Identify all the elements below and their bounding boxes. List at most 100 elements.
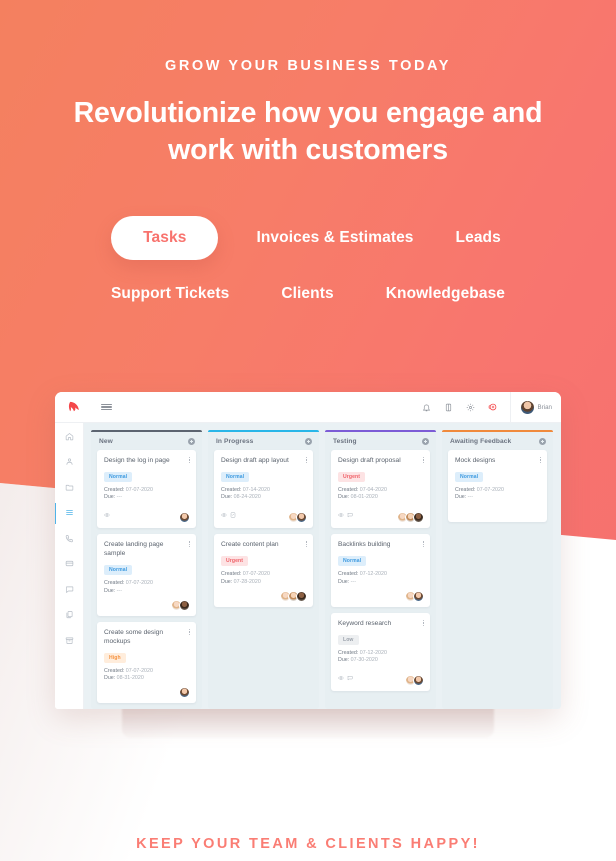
checklist-icon[interactable] xyxy=(230,505,236,523)
add-circle-icon[interactable] xyxy=(482,402,504,412)
archive-icon xyxy=(65,632,74,650)
card-title: Mock designs xyxy=(455,457,496,464)
card-icon xyxy=(65,555,74,573)
card-created: Created: 07-07-2020 xyxy=(104,667,153,674)
card-header: Mock designs xyxy=(455,456,541,465)
card-menu-icon[interactable] xyxy=(422,540,424,548)
user-menu[interactable]: Brian xyxy=(509,392,561,423)
task-card[interactable]: Backlinks building Normal Created: 07-12-2… xyxy=(331,534,430,607)
gear-icon[interactable] xyxy=(460,403,482,412)
card-menu-icon[interactable] xyxy=(305,540,307,548)
card-assignees xyxy=(397,512,424,524)
tab-clients[interactable]: Clients xyxy=(277,279,337,309)
card-menu-icon[interactable] xyxy=(422,456,424,464)
card-footer xyxy=(338,590,424,602)
sidebar-item-home[interactable] xyxy=(55,429,84,444)
add-card-icon[interactable] xyxy=(305,438,312,445)
task-card[interactable]: Design draft proposal Urgent Created: 07-0… xyxy=(331,450,430,529)
card-footer-icons xyxy=(338,668,353,686)
eye-icon[interactable] xyxy=(104,505,110,523)
tab-invoices-estimates[interactable]: Invoices & Estimates xyxy=(252,223,417,253)
card-menu-icon[interactable] xyxy=(188,456,190,464)
card-created: Created: 07-14-2020 xyxy=(221,487,270,493)
tab-knowledgebase[interactable]: Knowledgebase xyxy=(382,279,509,309)
card-title: Create content plan xyxy=(221,541,279,549)
priority-badge: Normal xyxy=(104,472,133,482)
card-footer xyxy=(104,505,190,524)
card-created: Created: 07-07-2020 xyxy=(104,487,153,493)
add-card-icon[interactable] xyxy=(422,438,429,445)
card-meta: Created: 07-07-2020 Due: --- xyxy=(104,580,190,594)
task-card[interactable]: Mock designs Normal Created: 07-07-2020 Due… xyxy=(448,450,547,523)
eye-icon[interactable] xyxy=(338,668,344,686)
bell-icon[interactable] xyxy=(416,403,438,412)
card-created: Created: 07-07-2020 xyxy=(104,580,153,587)
sidebar-item-list[interactable] xyxy=(55,502,84,524)
kanban-column: Awaiting Feedback Mock designs Normal Creat… xyxy=(442,430,553,709)
tab-support-tickets[interactable]: Support Tickets xyxy=(107,279,233,309)
card-created: Created: 07-12-2020 xyxy=(338,571,387,578)
add-card-icon[interactable] xyxy=(539,438,546,445)
card-due: Due: 08-01-2020 xyxy=(338,494,378,501)
card-due: Due: 08-31-2020 xyxy=(104,675,144,682)
column-header: Awaiting Feedback xyxy=(442,432,553,450)
sidebar-item-archive[interactable] xyxy=(55,633,84,648)
app-logo-icon[interactable] xyxy=(55,400,93,415)
phone-icon xyxy=(65,530,74,548)
task-card[interactable]: Create some design mockups High Created: 0… xyxy=(97,621,196,704)
sidebar-item-folder[interactable] xyxy=(55,480,84,495)
eye-icon[interactable] xyxy=(221,505,227,523)
card-footer-icons xyxy=(338,505,353,523)
card-meta: Created: 07-07-2020 Due: 08-31-2020 xyxy=(104,668,190,682)
task-card[interactable]: Design draft app layout Normal Created: 07… xyxy=(214,450,313,529)
card-created: Created: 07-04-2020 xyxy=(338,487,387,493)
priority-badge: Normal xyxy=(104,565,133,576)
home-icon xyxy=(65,428,74,446)
card-title: Create some design mockups xyxy=(104,628,164,645)
comment-icon[interactable] xyxy=(347,505,353,523)
comment-icon[interactable] xyxy=(347,668,353,686)
kanban-column: Testing Design draft proposal Urgent Create… xyxy=(325,430,436,709)
eye-icon[interactable] xyxy=(338,505,344,523)
folder-icon xyxy=(65,479,74,497)
card-footer xyxy=(104,599,190,611)
hamburger-icon[interactable] xyxy=(93,402,119,411)
avatar xyxy=(520,400,534,414)
card-menu-icon[interactable] xyxy=(422,619,424,626)
card-menu-icon[interactable] xyxy=(188,628,190,635)
column-title: New xyxy=(99,438,113,445)
card-menu-icon[interactable] xyxy=(188,540,190,548)
card-menu-icon[interactable] xyxy=(305,456,307,464)
column-card-list: Design the log in page Normal Created: 07-… xyxy=(91,450,202,704)
sidebar-item-chat[interactable] xyxy=(55,582,84,597)
card-footer-icons xyxy=(104,505,110,523)
hero-section: GROW YOUR BUSINESS TODAY Revolutionize h… xyxy=(0,0,616,169)
card-header: Create some design mockups xyxy=(104,628,190,646)
tab-row-1: Tasks Invoices & Estimates Leads xyxy=(0,216,616,260)
card-due: Due: 08-24-2020 xyxy=(221,494,261,501)
sidebar-item-user[interactable] xyxy=(55,455,84,470)
card-footer xyxy=(221,505,307,524)
task-card[interactable]: Create landing page sample Normal Created:… xyxy=(97,534,196,616)
task-card[interactable]: Design the log in page Normal Created: 07-… xyxy=(97,450,196,529)
card-assignees xyxy=(179,687,190,699)
card-title: Backlinks building xyxy=(338,541,391,549)
task-card[interactable]: Create content plan Urgent Created: 07-07-… xyxy=(214,534,313,607)
card-due: Due: 07-28-2020 xyxy=(221,578,261,585)
task-card[interactable]: Keyword research Low Created: 07-12-2020 Du… xyxy=(331,612,430,692)
sidebar-item-card[interactable] xyxy=(55,557,84,572)
card-footer xyxy=(338,505,424,524)
app-body: New Design the log in page Normal Created: … xyxy=(55,423,561,709)
card-menu-icon[interactable] xyxy=(539,456,541,464)
add-card-icon[interactable] xyxy=(188,438,195,445)
priority-badge: Normal xyxy=(455,472,484,482)
tab-tasks[interactable]: Tasks xyxy=(111,216,219,260)
tablet-icon[interactable] xyxy=(438,403,460,412)
tab-leads[interactable]: Leads xyxy=(452,223,505,253)
sidebar-item-copy[interactable] xyxy=(55,608,84,623)
card-header: Create content plan xyxy=(221,540,307,549)
card-header: Backlinks building xyxy=(338,540,424,549)
avatar xyxy=(179,512,190,524)
sidebar-item-phone[interactable] xyxy=(55,531,84,546)
priority-badge: Urgent xyxy=(221,556,249,567)
